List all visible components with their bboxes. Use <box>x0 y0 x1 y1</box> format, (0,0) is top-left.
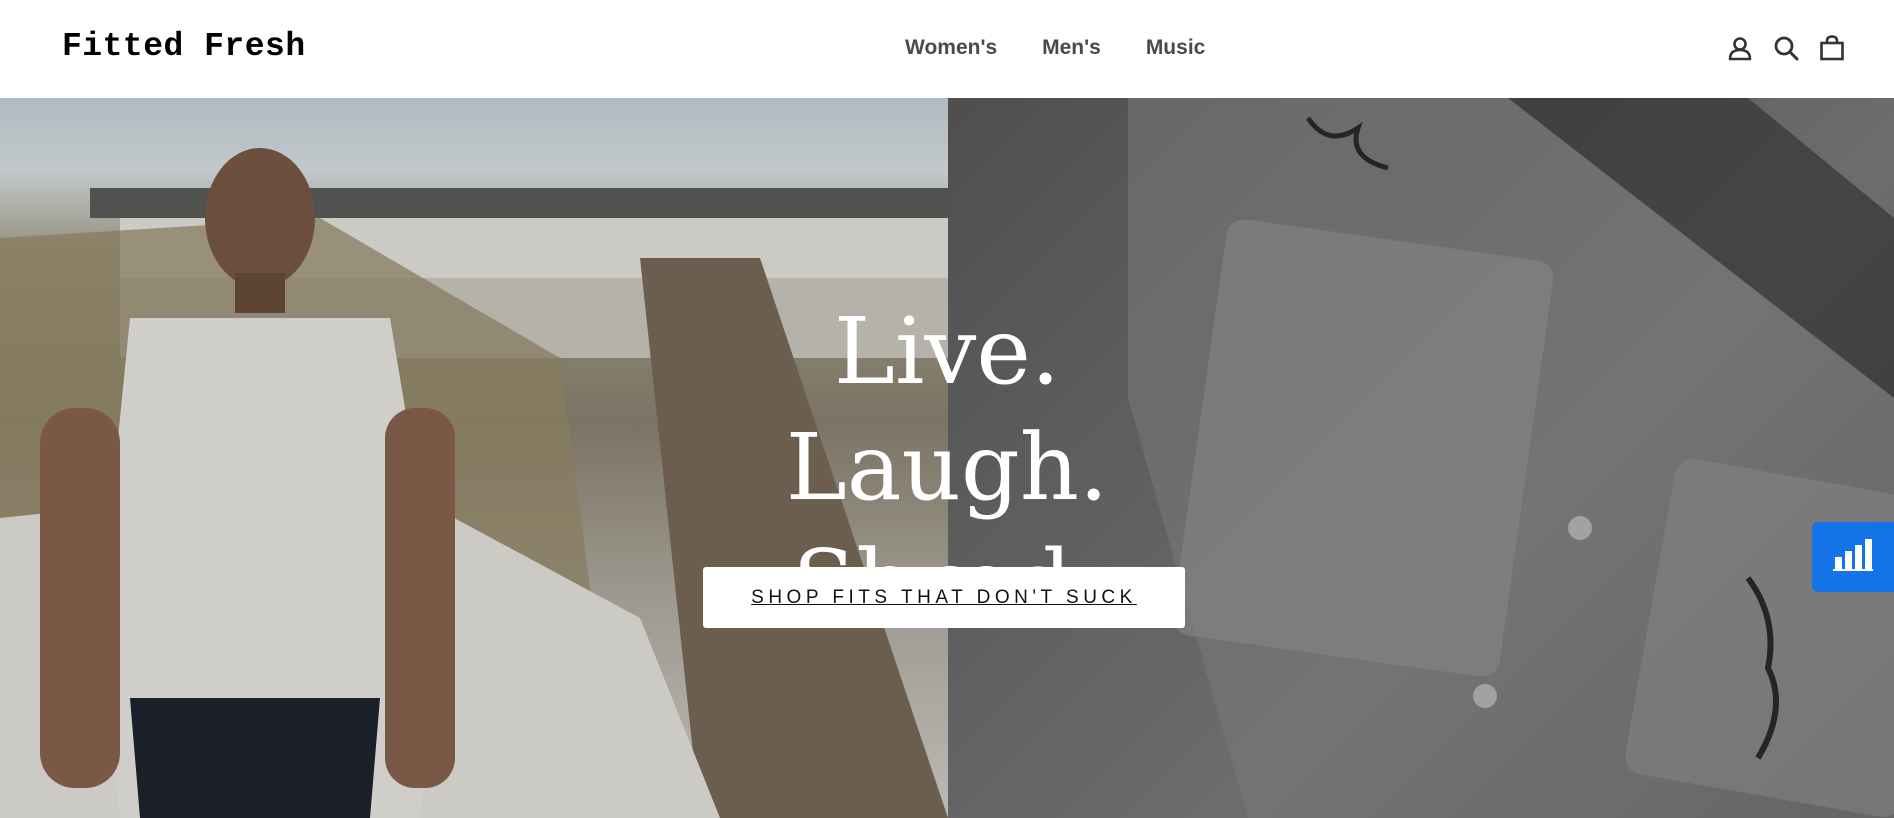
site-header: Fitted Fresh Women's Men's Music <box>0 0 1894 98</box>
header-icons <box>1726 34 1846 62</box>
floating-widget-button[interactable] <box>1812 522 1894 592</box>
nav-item-music[interactable]: Music <box>1146 36 1206 60</box>
cart-icon[interactable] <box>1818 34 1846 62</box>
shop-cta-button[interactable]: SHOP FITS THAT DON'T SUCK <box>703 567 1185 628</box>
headline-line-1: Live. <box>833 298 1061 405</box>
main-nav: Women's Men's Music <box>905 36 1205 60</box>
search-icon[interactable] <box>1772 34 1800 62</box>
bar-chart-icon <box>1833 537 1873 578</box>
hero-banner: Live. Laugh. Shred. <box>0 98 1894 818</box>
nav-item-womens[interactable]: Women's <box>905 36 997 60</box>
site-logo[interactable]: Fitted Fresh <box>62 28 306 65</box>
account-icon[interactable] <box>1726 34 1754 62</box>
headline-line-2: Laugh. <box>785 414 1109 521</box>
nav-item-mens[interactable]: Men's <box>1042 36 1101 60</box>
